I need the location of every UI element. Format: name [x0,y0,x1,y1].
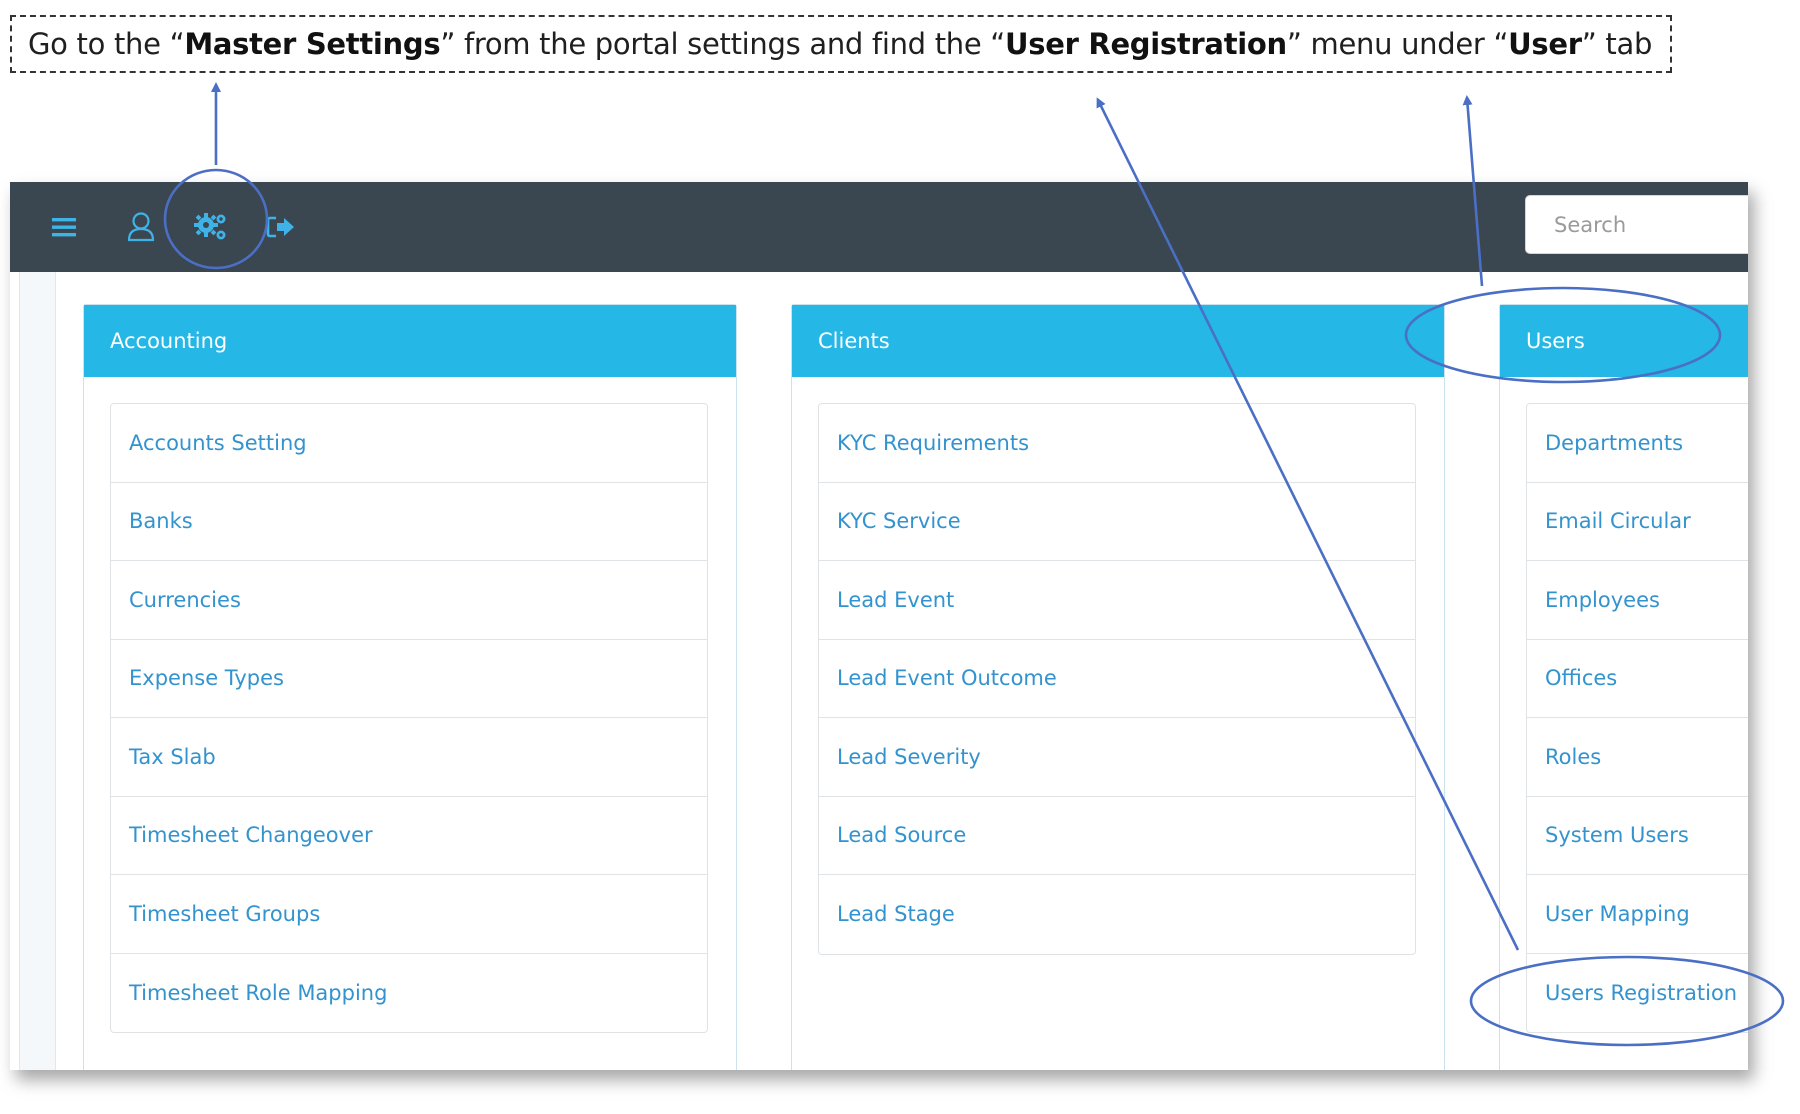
panel-header-clients: Clients [792,305,1444,377]
master-settings-content: Accounting Accounts Setting Banks Curren… [10,272,1748,1070]
users-list: Departments Email Circular Employees Off… [1526,403,1748,1033]
list-item-accounts-setting[interactable]: Accounts Setting [111,404,707,483]
instruction-banner: Go to the “Master Settings” from the por… [10,15,1672,73]
list-item-system-users[interactable]: System Users [1527,797,1748,875]
list-item-tax-slab[interactable]: Tax Slab [111,718,707,797]
sidebar-strip [19,272,56,1070]
list-item-kyc-requirements[interactable]: KYC Requirements [819,404,1415,483]
user-profile-icon[interactable] [118,204,164,250]
instruction-bold-user: User [1508,27,1582,61]
top-navbar [10,182,1748,272]
panel-accounting: Accounting Accounts Setting Banks Curren… [83,304,737,1070]
list-item-lead-event[interactable]: Lead Event [819,561,1415,640]
panel-users: Users Departments Email Circular Employe… [1499,304,1748,1070]
list-item-kyc-service[interactable]: KYC Service [819,483,1415,561]
instruction-bold-user-registration: User Registration [1005,27,1287,61]
list-item-timesheet-changeover[interactable]: Timesheet Changeover [111,797,707,875]
list-item-lead-severity[interactable]: Lead Severity [819,718,1415,797]
instruction-bold-master-settings: Master Settings [184,27,441,61]
list-item-user-mapping[interactable]: User Mapping [1527,875,1748,954]
search-input[interactable] [1525,195,1748,254]
list-item-lead-source[interactable]: Lead Source [819,797,1415,875]
accounting-list: Accounts Setting Banks Currencies Expens… [110,403,708,1033]
instruction-text-3: ” menu under “ [1286,27,1509,61]
list-item-offices[interactable]: Offices [1527,640,1748,718]
instruction-text-2: ” from the portal settings and find the … [440,27,1006,61]
gears-settings-icon[interactable] [188,204,234,250]
list-item-expense-types[interactable]: Expense Types [111,640,707,718]
hamburger-menu-icon[interactable] [42,204,88,250]
instruction-text-4: ” tab [1581,27,1653,61]
sign-out-icon[interactable] [258,204,304,250]
list-item-employees[interactable]: Employees [1527,561,1748,640]
clients-list: KYC Requirements KYC Service Lead Event … [818,403,1416,955]
list-item-timesheet-role-mapping[interactable]: Timesheet Role Mapping [111,954,707,1033]
list-item-email-circular[interactable]: Email Circular [1527,483,1748,561]
panel-clients: Clients KYC Requirements KYC Service Lea… [791,304,1445,1070]
portal-screenshot: Accounting Accounts Setting Banks Curren… [10,182,1748,1070]
list-item-lead-stage[interactable]: Lead Stage [819,875,1415,954]
list-item-lead-event-outcome[interactable]: Lead Event Outcome [819,640,1415,718]
list-item-departments[interactable]: Departments [1527,404,1748,483]
instruction-text-1: Go to the “ [28,27,185,61]
panel-header-users: Users [1500,305,1748,377]
list-item-banks[interactable]: Banks [111,483,707,561]
list-item-currencies[interactable]: Currencies [111,561,707,640]
list-item-roles[interactable]: Roles [1527,718,1748,797]
list-item-users-registration[interactable]: Users Registration [1527,954,1748,1033]
list-item-timesheet-groups[interactable]: Timesheet Groups [111,875,707,954]
panel-header-accounting: Accounting [84,305,736,377]
